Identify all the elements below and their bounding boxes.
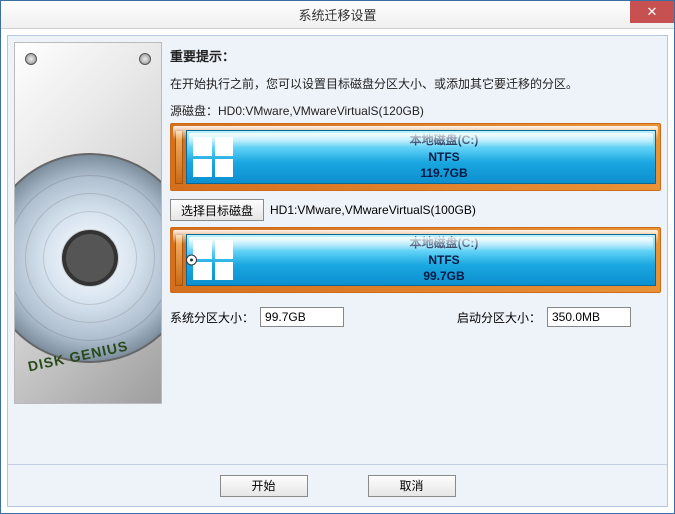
boot-strip [175, 130, 183, 184]
main-panel: 重要提示： 在开始执行之前，您可以设置目标磁盘分区大小、或添加其它要迁移的分区。… [170, 42, 661, 458]
sys-size-label: 系统分区大小： [170, 309, 254, 326]
target-select-row: 选择目标磁盘 HD1:VMware,VMwareVirtualS(100GB) [170, 199, 661, 221]
target-disk-value: HD1:VMware,VMwareVirtualS(100GB) [270, 203, 476, 217]
hint-title: 重要提示： [170, 46, 661, 65]
partition-name: 本地磁盘(C:) [233, 132, 655, 149]
source-value: HD0:VMware,VMwareVirtualS(120GB) [218, 104, 424, 118]
close-icon: ✕ [647, 4, 658, 20]
close-button[interactable]: ✕ [630, 1, 674, 23]
content-area: DISK GENIUS 重要提示： 在开始执行之前，您可以设置目标磁盘分区大小、… [8, 36, 667, 464]
boot-size-label: 启动分区大小： [457, 309, 541, 326]
partition-name: 本地磁盘(C:) [233, 235, 655, 252]
sys-size-input[interactable] [260, 307, 344, 327]
windows-icon [193, 137, 233, 177]
source-partition-info: 本地磁盘(C:) NTFS 119.7GB [233, 132, 655, 182]
source-partition-bar: 本地磁盘(C:) NTFS 119.7GB [170, 123, 661, 191]
start-button[interactable]: 开始 [220, 475, 308, 497]
select-target-button[interactable]: 选择目标磁盘 [170, 199, 264, 221]
target-partition-info: 本地磁盘(C:) NTFS 99.7GB [233, 235, 655, 285]
window-title: 系统迁移设置 [298, 5, 376, 24]
dialog-body: DISK GENIUS 重要提示： 在开始执行之前，您可以设置目标磁盘分区大小、… [7, 35, 668, 507]
sidebar-disk-image: DISK GENIUS [14, 42, 162, 404]
target-partition-bar[interactable]: 本地磁盘(C:) NTFS 99.7GB [170, 227, 661, 293]
titlebar: 系统迁移设置 ✕ [1, 1, 674, 29]
source-system-partition: 本地磁盘(C:) NTFS 119.7GB [186, 130, 656, 184]
partition-size: 99.7GB [233, 268, 655, 285]
resize-handle-icon[interactable] [186, 255, 197, 266]
system-migration-dialog: 系统迁移设置 ✕ DISK GENIUS 重要提示： 在开始执行之前，您可以设置… [0, 0, 675, 514]
partition-size: 119.7GB [233, 165, 655, 182]
partition-fs: NTFS [233, 252, 655, 269]
target-system-partition[interactable]: 本地磁盘(C:) NTFS 99.7GB [186, 234, 656, 286]
footer: 开始 取消 [8, 464, 667, 506]
windows-icon [193, 240, 233, 280]
cancel-button[interactable]: 取消 [368, 475, 456, 497]
size-fields-row: 系统分区大小： 启动分区大小： [170, 307, 661, 327]
source-label: 源磁盘： [170, 104, 218, 118]
source-disk-line: 源磁盘：HD0:VMware,VMwareVirtualS(120GB) [170, 102, 661, 119]
boot-size-input[interactable] [547, 307, 631, 327]
partition-fs: NTFS [233, 149, 655, 166]
hint-text: 在开始执行之前，您可以设置目标磁盘分区大小、或添加其它要迁移的分区。 [170, 75, 661, 92]
boot-strip[interactable] [175, 234, 183, 286]
